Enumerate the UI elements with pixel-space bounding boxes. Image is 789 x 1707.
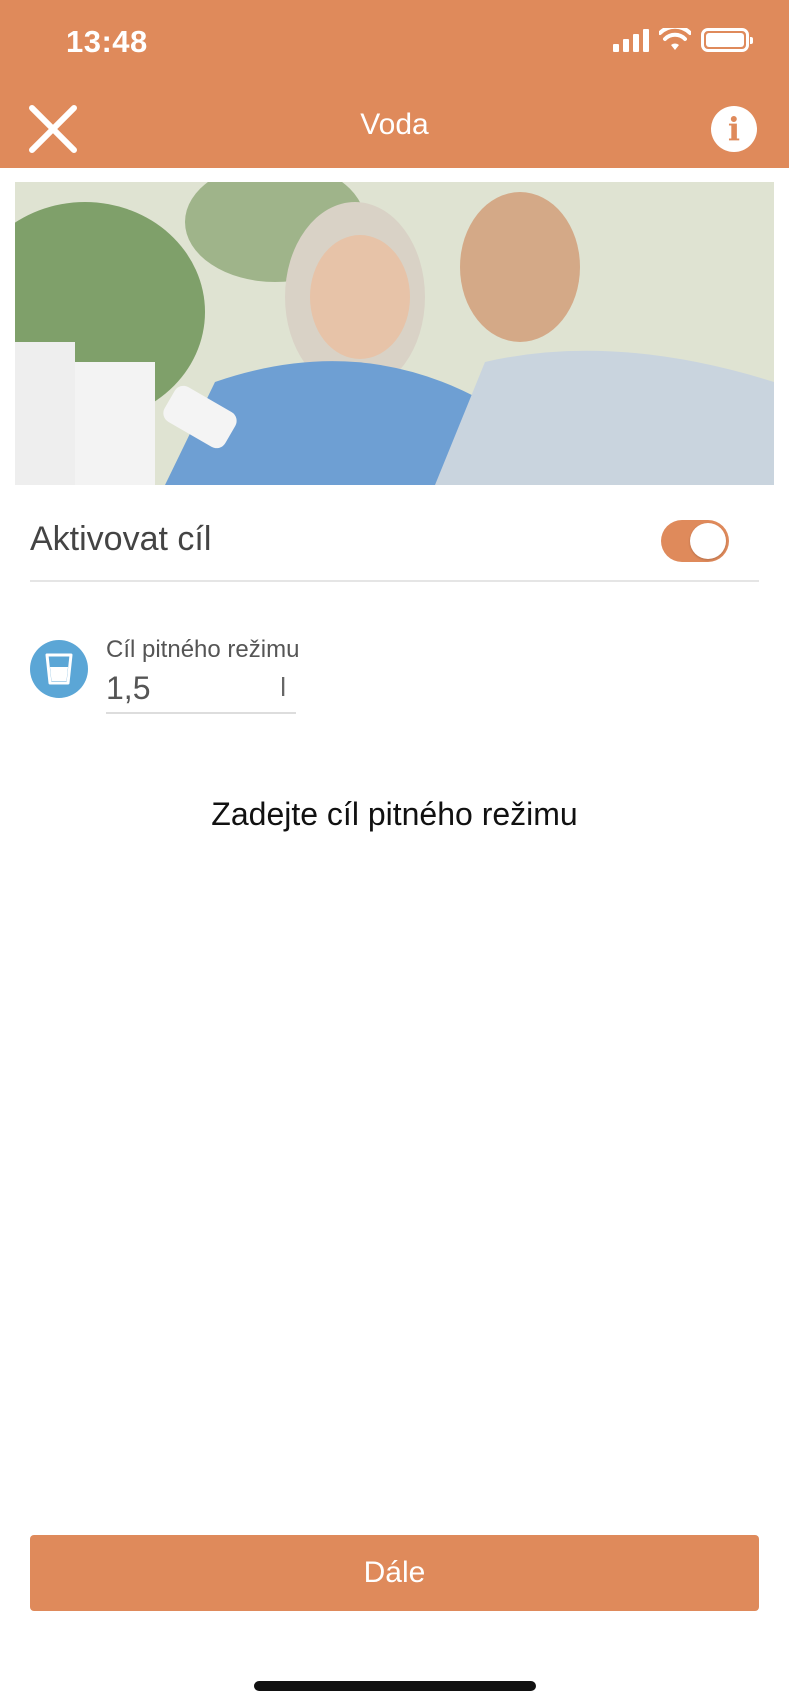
activate-goal-row: Aktivovat cíl xyxy=(30,510,759,582)
activate-goal-label: Aktivovat cíl xyxy=(30,520,212,558)
goal-input[interactable] xyxy=(106,668,256,708)
goal-label: Cíl pitného režimu xyxy=(106,636,300,663)
battery-icon xyxy=(701,28,753,52)
top-bar: 13:48 Voda i xyxy=(0,0,789,168)
glass-icon xyxy=(30,640,88,698)
page-title: Voda xyxy=(360,108,429,141)
info-button[interactable]: i xyxy=(711,106,757,152)
hero-image xyxy=(15,182,774,485)
status-icons xyxy=(613,28,753,52)
hint-text: Zadejte cíl pitného režimu xyxy=(211,796,578,832)
next-button[interactable]: Dále xyxy=(30,1535,759,1611)
home-indicator xyxy=(254,1681,536,1691)
goal-field: l xyxy=(106,668,296,714)
status-time: 13:48 xyxy=(66,24,148,59)
activate-goal-switch[interactable] xyxy=(661,520,729,562)
wifi-icon xyxy=(659,28,691,50)
info-icon: i xyxy=(727,110,741,148)
cellular-signal-icon xyxy=(613,28,649,52)
goal-unit: l xyxy=(280,672,286,702)
